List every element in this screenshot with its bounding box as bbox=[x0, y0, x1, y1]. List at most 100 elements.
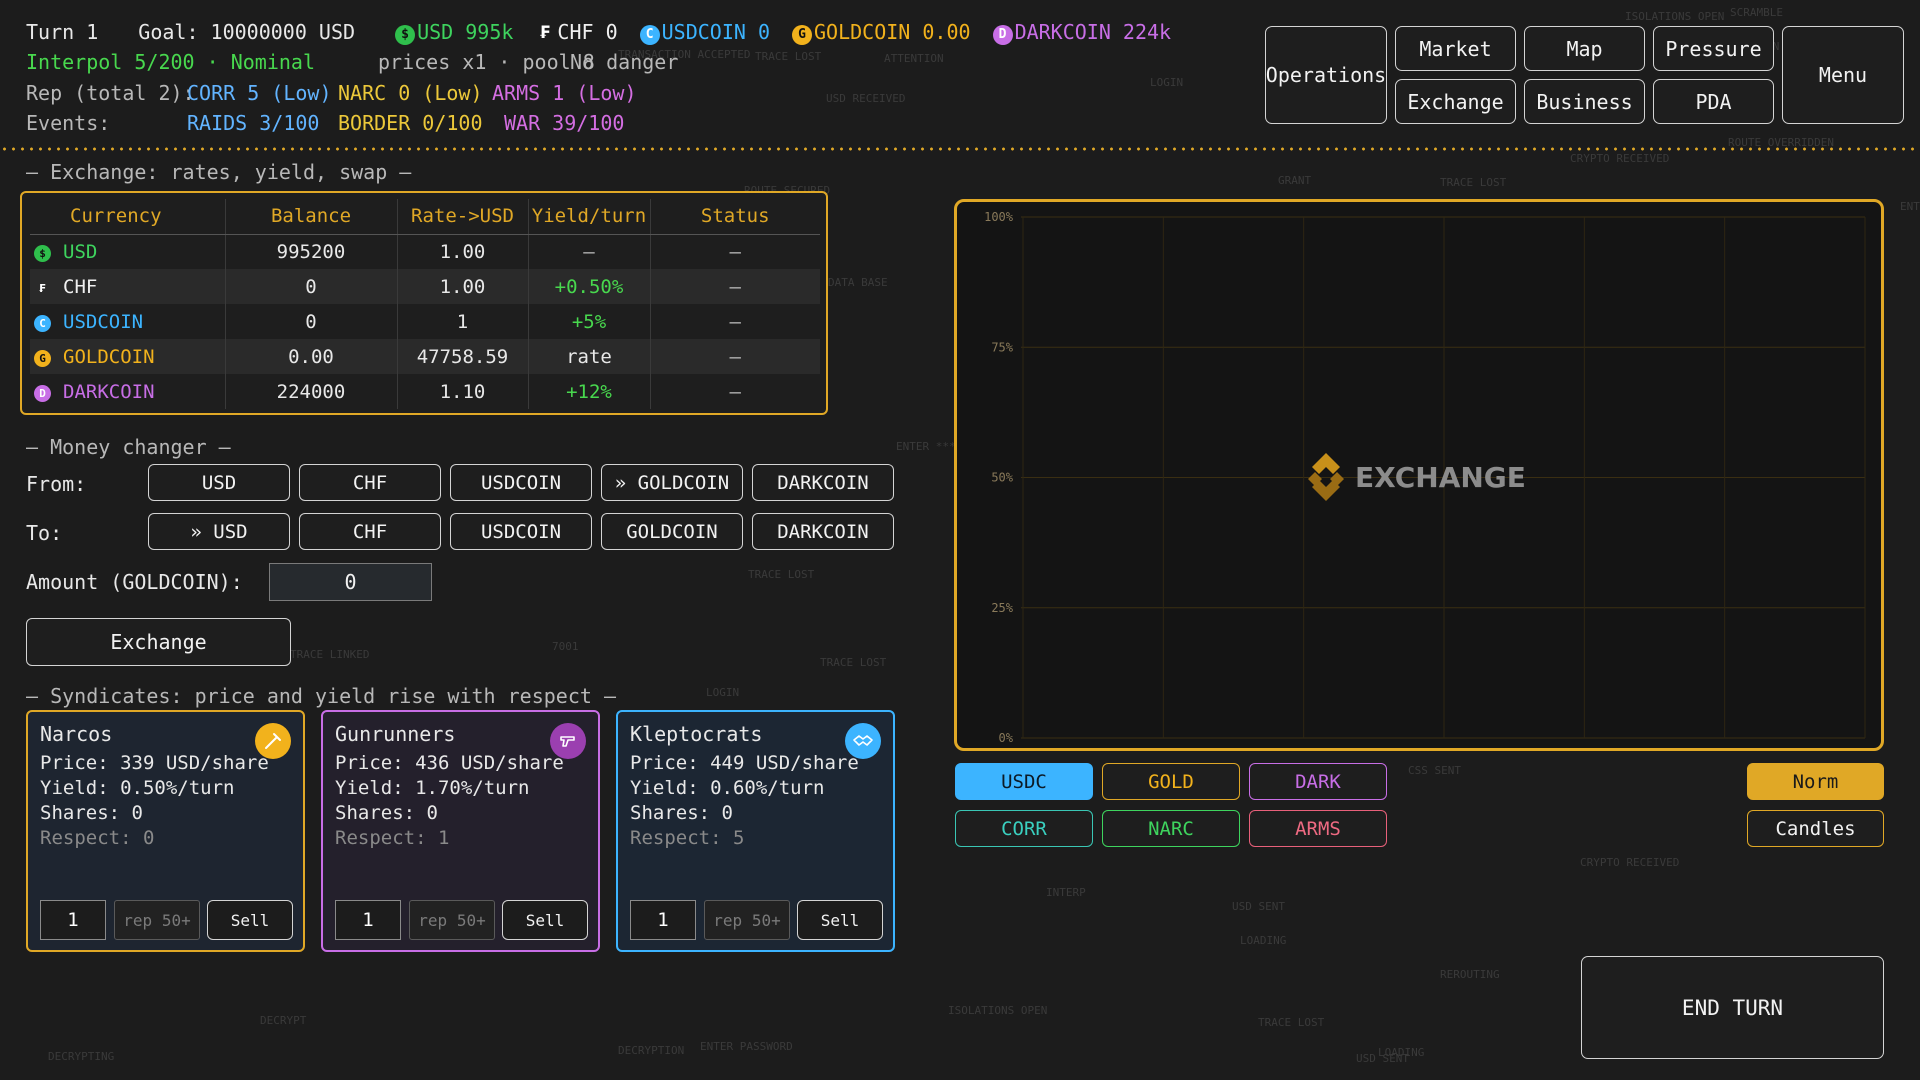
cell-currency: G GOLDCOIN bbox=[30, 339, 226, 374]
cell-yield: — bbox=[528, 234, 651, 269]
pressure-button[interactable]: Pressure bbox=[1653, 26, 1774, 71]
business-button[interactable]: Business bbox=[1524, 79, 1645, 124]
syndicate-yield: Yield: 0.50%/turn bbox=[40, 777, 235, 799]
syndicates-title: — Syndicates: price and yield rise with … bbox=[26, 684, 617, 708]
toggle-usdc[interactable]: USDC bbox=[955, 763, 1093, 800]
usd-coin-icon: $ bbox=[395, 25, 416, 45]
toggle-gold[interactable]: GOLD bbox=[1102, 763, 1240, 800]
balance-value: CHF 0 bbox=[557, 20, 618, 44]
cell-currency: ₣ CHF bbox=[30, 269, 226, 304]
share-quantity-input[interactable] bbox=[335, 900, 401, 940]
to-label: To: bbox=[26, 521, 63, 545]
to-option-darkcoin[interactable]: DARKCOIN bbox=[752, 513, 894, 550]
table-row: D DARKCOIN 224000 1.10 +12% — bbox=[30, 374, 820, 409]
header-separator bbox=[0, 147, 1920, 151]
to-option-goldcoin[interactable]: GOLDCOIN bbox=[601, 513, 743, 550]
syndicate-price: Price: 339 USD/share bbox=[40, 752, 269, 774]
amount-label: Amount (GOLDCOIN): bbox=[26, 570, 243, 594]
cell-status: — bbox=[729, 380, 741, 403]
gold-coin-icon: G bbox=[792, 25, 813, 45]
to-option-usdcoin[interactable]: USDCOIN bbox=[450, 513, 592, 550]
turn-label: Turn 1 bbox=[26, 20, 99, 44]
table-row: ₣ CHF 0 1.00 +0.50% — bbox=[30, 269, 820, 304]
events-border: BORDER 0/100 bbox=[338, 111, 483, 135]
end-turn-button[interactable]: END TURN bbox=[1581, 956, 1884, 1059]
map-button[interactable]: Map bbox=[1524, 26, 1645, 71]
sell-button[interactable]: Sell bbox=[797, 900, 883, 940]
operations-button[interactable]: Operations bbox=[1265, 26, 1387, 124]
col-currency: Currency bbox=[30, 199, 226, 235]
from-option-chf[interactable]: CHF bbox=[299, 464, 441, 501]
pda-button[interactable]: PDA bbox=[1653, 79, 1774, 124]
syndicate-name: Kleptocrats bbox=[630, 722, 763, 746]
currency-name: USD bbox=[63, 240, 98, 263]
chf-coin-icon: ₣ bbox=[540, 23, 551, 43]
currency-name: GOLDCOIN bbox=[63, 345, 155, 368]
chart-y-tick-label: 75% bbox=[991, 340, 1013, 354]
cell-rate: 47758.59 bbox=[397, 339, 529, 374]
header-status-line: Turn 1 Goal: 10000000 USD $ USD 995k ₣ CHF … bbox=[26, 20, 1193, 45]
candles-toggle[interactable]: Candles bbox=[1747, 810, 1884, 847]
exchange-submit-button[interactable]: Exchange bbox=[26, 618, 291, 666]
col-status: Status bbox=[650, 199, 820, 235]
currency-coin-icon: C bbox=[34, 314, 51, 332]
cell-balance: 0 bbox=[225, 269, 398, 304]
from-option-usdcoin[interactable]: USDCOIN bbox=[450, 464, 592, 501]
cell-yield: +5% bbox=[528, 304, 651, 339]
syndicate-respect: Respect: 0 bbox=[40, 827, 155, 849]
share-quantity-input[interactable] bbox=[40, 900, 106, 940]
from-option-usd[interactable]: USD bbox=[148, 464, 290, 501]
balance-value: USD 995k bbox=[417, 20, 514, 44]
rep-narc: NARC 0 (Low) bbox=[338, 81, 483, 105]
exchange-rates-table: Currency Balance Rate->USD Yield/turn St… bbox=[20, 191, 828, 415]
from-option-darkcoin[interactable]: DARKCOIN bbox=[752, 464, 894, 501]
to-option-chf[interactable]: CHF bbox=[299, 513, 441, 550]
toggle-narc[interactable]: NARC bbox=[1102, 810, 1240, 847]
buy-locked-button: rep 50+ bbox=[114, 900, 200, 940]
events-label: Events: bbox=[26, 111, 111, 135]
sell-button[interactable]: Sell bbox=[502, 900, 588, 940]
chart-canvas: 0% 25% 50% 75% 100% EXCHANGE bbox=[984, 210, 1866, 745]
syndicate-shares: Shares: 0 bbox=[630, 802, 733, 824]
rep-label: Rep (total 2): bbox=[26, 81, 195, 105]
from-option-goldcoin[interactable]: » GOLDCOIN bbox=[601, 464, 743, 501]
col-rate: Rate->USD bbox=[397, 199, 529, 235]
toggle-corr[interactable]: CORR bbox=[955, 810, 1093, 847]
to-option-usd[interactable]: » USD bbox=[148, 513, 290, 550]
menu-button[interactable]: Menu bbox=[1782, 26, 1904, 124]
syndicate-card-narcos: Narcos Price: 339 USD/share Yield: 0.50%… bbox=[26, 710, 305, 952]
cell-balance: 995200 bbox=[225, 234, 398, 269]
toggle-arms[interactable]: ARMS bbox=[1249, 810, 1387, 847]
cell-rate: 1 bbox=[397, 304, 529, 339]
market-button[interactable]: Market bbox=[1395, 26, 1516, 71]
from-label: From: bbox=[26, 472, 87, 496]
share-quantity-input[interactable] bbox=[630, 900, 696, 940]
syndicate-name: Narcos bbox=[40, 722, 113, 746]
cell-balance: 0 bbox=[225, 304, 398, 339]
syndicate-price: Price: 449 USD/share bbox=[630, 752, 859, 774]
syndicate-yield: Yield: 1.70%/turn bbox=[335, 777, 530, 799]
currency-coin-icon: G bbox=[34, 349, 51, 367]
cell-currency: D DARKCOIN bbox=[30, 374, 226, 409]
buy-locked-button: rep 50+ bbox=[409, 900, 495, 940]
sell-button[interactable]: Sell bbox=[207, 900, 293, 940]
currency-name: USDCOIN bbox=[63, 310, 144, 333]
exchange-chart: 0% 25% 50% 75% 100% EXCHANGE bbox=[954, 199, 1884, 751]
rep-corr: CORR 5 (Low) bbox=[187, 81, 332, 105]
cell-status: — bbox=[729, 240, 741, 263]
balance-value: USDCOIN 0 bbox=[661, 20, 771, 44]
chart-y-tick-label: 50% bbox=[991, 471, 1013, 485]
exchange-nav-button[interactable]: Exchange bbox=[1395, 79, 1516, 124]
amount-input[interactable] bbox=[269, 563, 432, 601]
currency-coin-icon: D bbox=[34, 384, 51, 402]
cell-balance: 0.00 bbox=[225, 339, 398, 374]
currency-balances: $ USD 995k ₣ CHF 0 C USDCOIN 0 G GOLDCOIN 0.00 D… bbox=[395, 20, 1193, 45]
toggle-dark[interactable]: DARK bbox=[1249, 763, 1387, 800]
currency-coin-icon: ₣ bbox=[39, 281, 46, 295]
chart-y-tick-label: 25% bbox=[991, 601, 1013, 615]
exchange-section-title: — Exchange: rates, yield, swap — bbox=[26, 160, 412, 184]
cell-status: — bbox=[650, 269, 820, 304]
norm-toggle[interactable]: Norm bbox=[1747, 763, 1884, 800]
table-row: $ USD 995200 1.00— — bbox=[30, 234, 820, 269]
cell-currency: $ USD bbox=[30, 234, 226, 269]
